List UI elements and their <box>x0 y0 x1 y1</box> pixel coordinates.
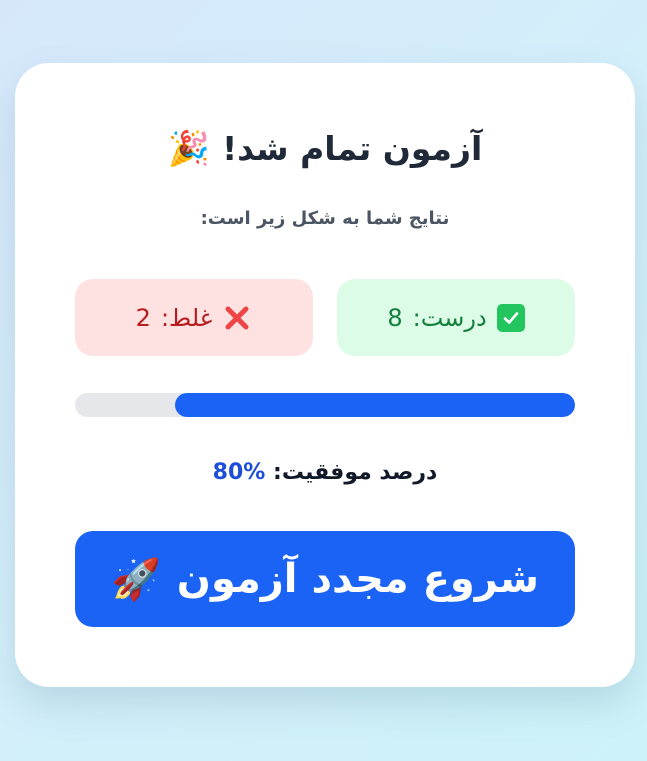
wrong-count-badge: غلط: 2 <box>75 279 313 356</box>
success-label: درصد موفقیت: <box>273 460 438 485</box>
title-text: آزمون تمام شد! <box>222 129 483 168</box>
correct-label: درست: <box>412 303 487 332</box>
cross-mark-icon <box>222 303 252 333</box>
rocket-icon: 🚀 <box>110 556 161 603</box>
score-progress-fill <box>175 393 575 417</box>
results-subtitle: نتایج شما به شکل زیر است: <box>200 208 450 229</box>
restart-label: شروع مجدد آزمون <box>176 556 540 602</box>
party-popper-icon: 🎉 <box>167 129 211 169</box>
wrong-label: غلط: <box>160 303 213 332</box>
check-mark-icon <box>496 303 525 332</box>
correct-count: 8 <box>387 303 403 332</box>
score-progress-bar <box>75 393 575 417</box>
page-title: آزمون تمام شد! 🎉 <box>15 125 635 173</box>
success-value: %80 <box>212 460 266 485</box>
restart-quiz-button[interactable]: شروع مجدد آزمون 🚀 <box>75 531 575 627</box>
results-card: آزمون تمام شد! 🎉 نتایج شما به شکل زیر اس… <box>15 63 635 687</box>
correct-count-badge: درست: 8 <box>337 279 575 356</box>
success-rate: درصد موفقیت: %80 <box>15 458 635 488</box>
wrong-count: 2 <box>135 303 151 332</box>
